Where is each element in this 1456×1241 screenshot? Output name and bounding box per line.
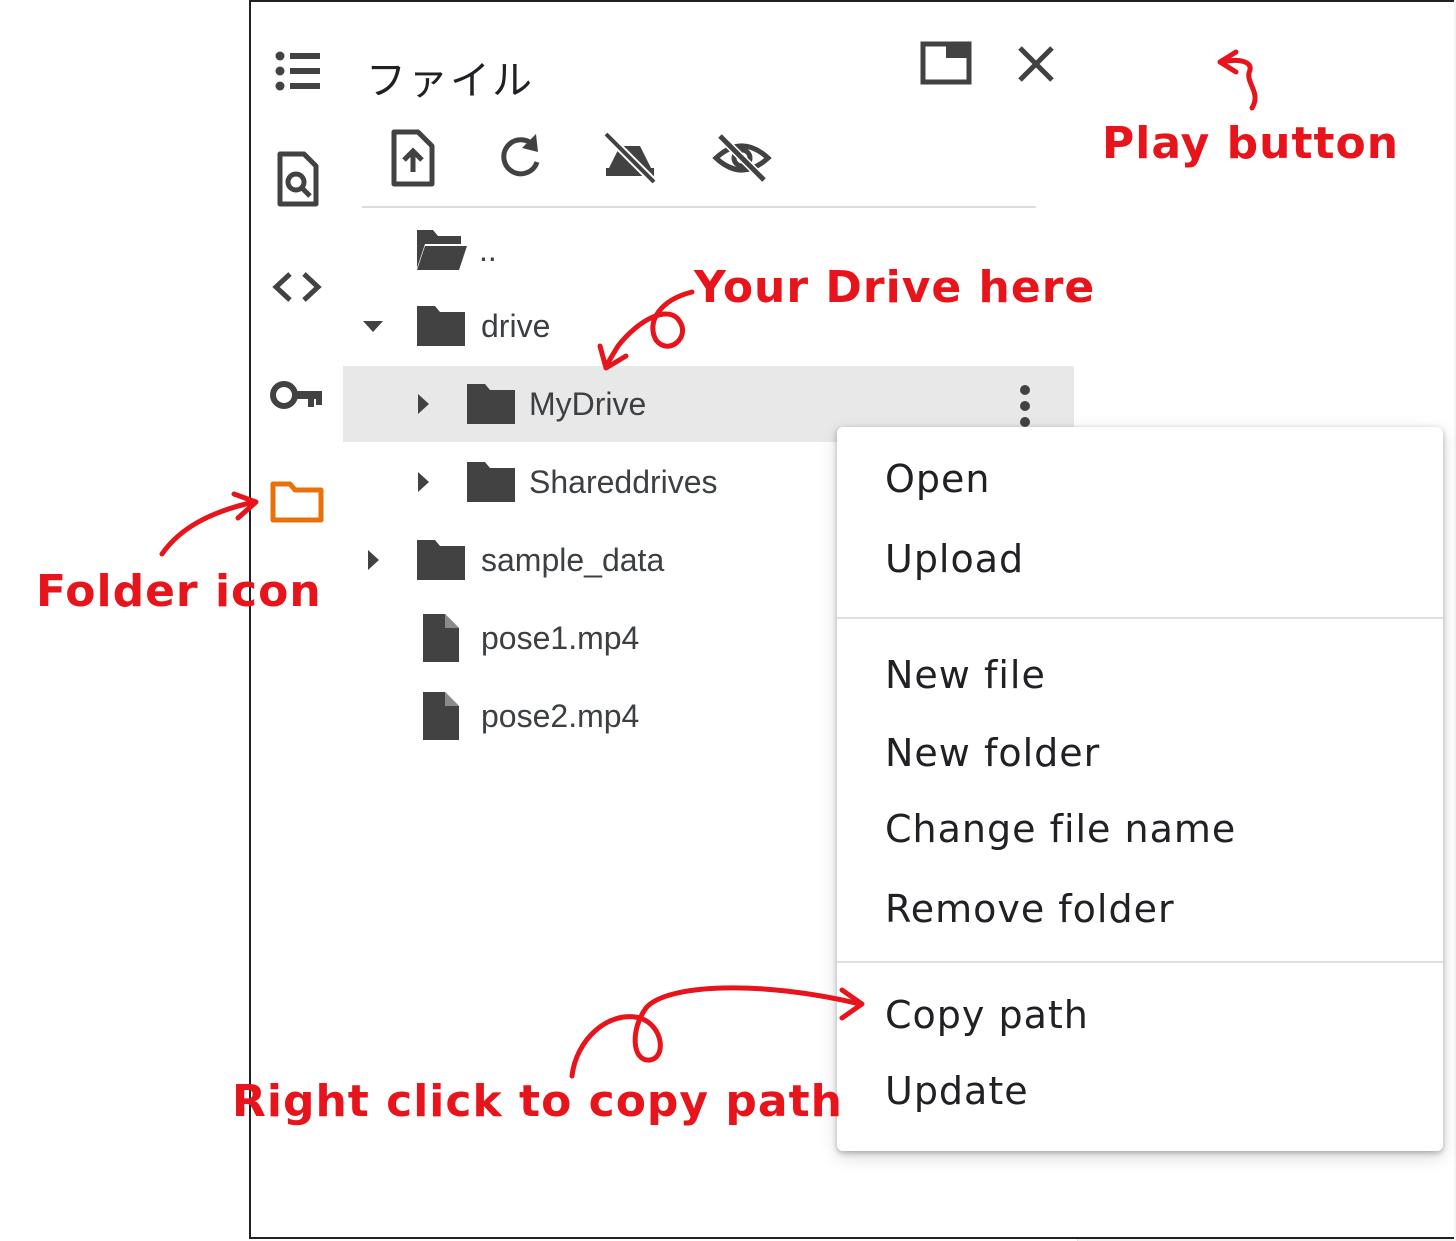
file-icon — [419, 692, 471, 740]
annotation-play-button: Play button — [1102, 118, 1400, 169]
tree-item-label: Shareddrives — [529, 464, 718, 500]
menu-item-new-folder[interactable]: New folder — [885, 731, 1100, 775]
menu-item-open[interactable]: Open — [885, 457, 991, 501]
tree-item-label: .. — [479, 232, 497, 268]
caret-right-icon[interactable] — [411, 392, 435, 416]
menu-item-copy-path[interactable]: Copy path — [885, 993, 1089, 1037]
refresh-icon[interactable] — [490, 128, 550, 188]
menu-item-rename[interactable]: Change file name — [885, 807, 1236, 851]
more-vert-icon[interactable] — [1011, 382, 1039, 430]
file-icon — [419, 614, 471, 662]
tree-item-label: pose2.mp4 — [481, 698, 640, 734]
folder-icon — [465, 380, 517, 428]
folder-icon[interactable] — [268, 472, 326, 530]
folder-icon — [465, 458, 517, 506]
menu-item-remove-folder[interactable]: Remove folder — [885, 887, 1175, 931]
caret-down-icon[interactable] — [361, 314, 385, 338]
tree-item-label: sample_data — [481, 542, 665, 578]
caret-right-icon[interactable] — [411, 470, 435, 494]
annotation-right-click: Right click to copy path — [232, 1076, 843, 1127]
toolbar-divider — [362, 206, 1036, 208]
table-of-contents-icon[interactable] — [268, 42, 326, 100]
tree-item-label: drive — [481, 308, 551, 344]
code-icon[interactable] — [268, 258, 326, 316]
tree-item-label: MyDrive — [529, 386, 647, 422]
menu-item-update[interactable]: Update — [885, 1069, 1029, 1113]
annotation-your-drive: Your Drive here — [694, 262, 1096, 313]
window-icon[interactable] — [918, 36, 974, 92]
find-icon[interactable] — [268, 150, 326, 208]
caret-right-icon[interactable] — [361, 548, 385, 572]
annotation-folder-icon: Folder icon — [36, 566, 322, 617]
close-icon[interactable] — [1008, 36, 1064, 92]
context-menu: Open Upload New file New folder Change f… — [837, 427, 1443, 1151]
panel-title: ファイル — [366, 59, 534, 103]
visibility-off-icon[interactable] — [712, 128, 772, 188]
arrow-folder — [159, 499, 257, 557]
upload-file-icon[interactable] — [384, 128, 444, 188]
menu-divider — [837, 617, 1443, 619]
folder-icon — [415, 302, 467, 350]
menu-divider — [837, 961, 1443, 963]
folder-icon — [415, 536, 467, 584]
key-icon[interactable] — [268, 366, 326, 424]
folder-open-icon — [415, 226, 467, 274]
drive-off-icon[interactable] — [600, 128, 660, 188]
tree-item-label: pose1.mp4 — [481, 620, 640, 656]
menu-item-upload[interactable]: Upload — [885, 537, 1024, 581]
menu-item-new-file[interactable]: New file — [885, 653, 1046, 697]
